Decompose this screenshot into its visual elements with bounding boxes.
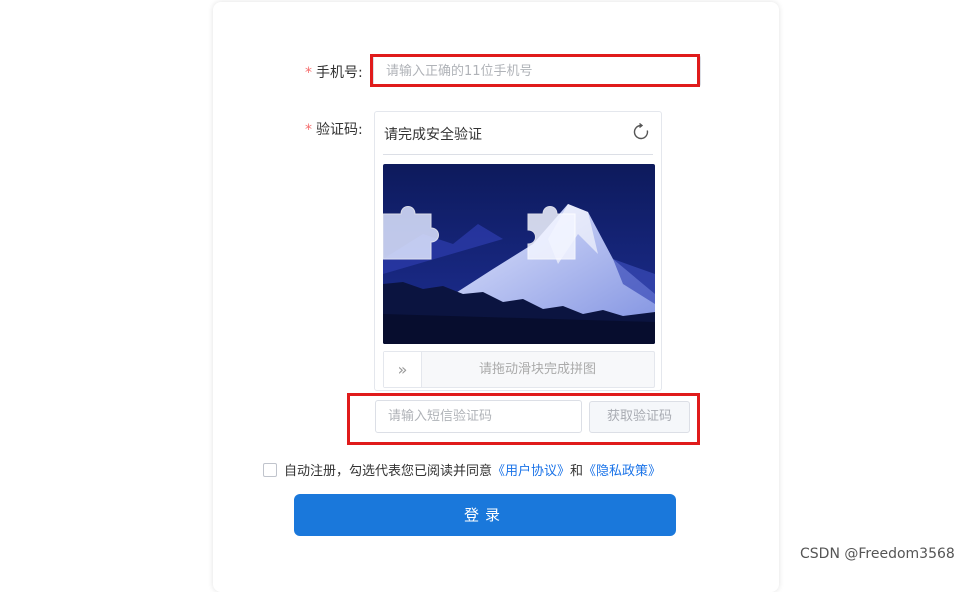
slider-track[interactable]: » 请拖动滑块完成拼图 xyxy=(383,351,655,388)
sms-code-input[interactable] xyxy=(375,400,582,433)
refresh-icon[interactable] xyxy=(631,122,651,142)
captcha-panel: 请完成安全验证 » 请拖动滑块完成拼图 xyxy=(374,111,662,391)
captcha-divider xyxy=(383,154,653,155)
double-chevron-right-icon: » xyxy=(397,360,408,379)
slider-handle[interactable]: » xyxy=(384,352,422,387)
user-agreement-link[interactable]: 《用户协议》 xyxy=(492,460,570,479)
required-mark: * xyxy=(305,65,312,81)
agreement-checkbox[interactable] xyxy=(263,462,277,477)
phone-input[interactable] xyxy=(373,55,701,87)
code-label: * 验证码: xyxy=(305,122,363,138)
login-button[interactable]: 登录 xyxy=(294,494,676,536)
phone-label: * 手机号: xyxy=(305,65,363,81)
agreement-row: 自动注册，勾选代表您已阅读并同意 《用户协议》 和 《隐私政策》 xyxy=(263,460,661,479)
puzzle-image xyxy=(383,164,655,344)
captcha-title: 请完成安全验证 xyxy=(384,127,482,143)
slider-hint: 请拖动滑块完成拼图 xyxy=(478,362,596,377)
agreement-and: 和 xyxy=(570,464,584,479)
privacy-policy-link[interactable]: 《隐私政策》 xyxy=(583,460,661,479)
agreement-text: 自动注册，勾选代表您已阅读并同意 xyxy=(284,464,493,479)
watermark: CSDN @Freedom3568 xyxy=(800,546,955,562)
required-mark: * xyxy=(305,122,312,138)
get-sms-code-button[interactable]: 获取验证码 xyxy=(589,401,690,433)
